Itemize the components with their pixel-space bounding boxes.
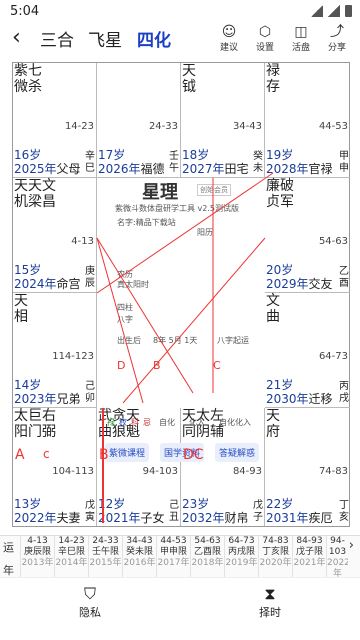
marker-b: B: [99, 447, 109, 463]
timeline-cell[interactable]: 94-103 2022年: [326, 536, 348, 578]
palace-range: 84-93: [232, 466, 262, 477]
suggest-button[interactable]: ☺ 建议: [212, 24, 246, 53]
palace-range: 44-53: [318, 121, 348, 132]
ziwei-chart: 紫七 微杀 14-23 16岁 2025年父母 辛巳 24-33 17岁 2026年福…: [12, 62, 350, 527]
app-logo: 星理: [142, 182, 178, 203]
privacy-button[interactable]: ⛉ 隐私: [60, 584, 120, 620]
palace-yin[interactable]: 太巨右 阳门弼 104-113 13岁 2022年夫妻 戊寅: [13, 408, 97, 526]
user-chat-icon: ☺: [221, 24, 237, 40]
status-bar: 5:04: [0, 0, 360, 24]
row-label-year: 年: [3, 564, 14, 577]
palace-you[interactable]: 廉破 贞军 54-63 20岁 2029年交友 乙酉: [265, 178, 350, 293]
palace-range: 104-113: [52, 466, 94, 477]
sihua-quan[interactable]: 权: [119, 418, 127, 428]
sihua-lu[interactable]: 禄: [107, 418, 115, 428]
palace-range: 114-123: [52, 351, 94, 362]
signal-icon: [328, 5, 340, 17]
hourglass-icon: ⧗: [264, 584, 276, 603]
palace-range: 14-23: [64, 121, 94, 132]
timeline-cell[interactable]: 54-63 乙酉限 2018年: [190, 536, 224, 578]
palace-wu[interactable]: 24-33 17岁 2026年福德 壬午: [97, 63, 181, 178]
toggle-zihua[interactable]: 自化: [159, 418, 175, 428]
timeline-cell[interactable]: 34-43 癸未限 2016年: [122, 536, 156, 578]
timeline-cell[interactable]: 44-53 甲申限 2017年: [156, 536, 190, 578]
tab-sanhe[interactable]: 三合: [40, 26, 74, 51]
palace-range: 54-63: [318, 236, 348, 247]
marker-dc: DC: [183, 447, 204, 463]
member-badge: 创始会员: [197, 184, 231, 196]
qa-button[interactable]: 答疑解惑: [215, 443, 260, 462]
marker-c: c: [43, 447, 50, 461]
pick-time-button[interactable]: ⧗ 择时: [240, 584, 300, 620]
header: ‹ 三合 飞星 四化 ☺ 建议 ⬡ 设置 ◫ 活盘 ⤴ 分享: [0, 24, 360, 54]
palace-shen[interactable]: 禄存 44-53 19岁 2028年官禄 甲申: [265, 63, 350, 178]
marker-b2: B: [153, 359, 161, 372]
live-chart-button[interactable]: ◫ 活盘: [284, 24, 318, 53]
toggle-huaru[interactable]: 化入: [189, 418, 205, 428]
marker-d: D: [117, 359, 126, 372]
timeline-cell[interactable]: 4-13 庚辰限 2013年: [20, 536, 54, 578]
wifi-icon: [311, 5, 323, 17]
timeline-cell[interactable]: 14-23 辛巳限 2014年: [54, 536, 88, 578]
marker-a: A: [15, 447, 25, 463]
palace-hai[interactable]: 天府 74-83 22岁 2031年疾厄 丁亥: [265, 408, 350, 526]
palace-range: 4-13: [71, 236, 94, 247]
sihua-ji[interactable]: 忌: [143, 418, 151, 428]
fortune-timeline: 运 年 4-13 庚辰限 2013年 14-23 辛巳限 2014年 24-33 壬午限 2…: [0, 535, 360, 578]
palace-range: 74-83: [318, 466, 348, 477]
palace-range: 64-73: [318, 351, 348, 362]
palace-range: 94-103: [142, 466, 178, 477]
sihua-ke[interactable]: 科: [131, 418, 139, 428]
palace-chen[interactable]: 天天文 机梁昌 4-13 15岁 2024年命宫 庚辰: [13, 178, 97, 293]
gear-icon: ⬡: [258, 24, 272, 40]
timeline-cell[interactable]: 64-73 丙戌限 2019年: [224, 536, 258, 578]
ziwei-course-button[interactable]: 紫微课程: [105, 443, 150, 462]
palace-mao[interactable]: 天相 114-123 14岁 2023年兄弟 己卯: [13, 293, 97, 408]
battery-icon: [345, 5, 352, 17]
status-time: 5:04: [10, 4, 40, 19]
palace-si[interactable]: 紫七 微杀 14-23 16岁 2025年父母 辛巳: [13, 63, 97, 178]
palace-wei[interactable]: 天钺 34-43 18岁 2027年田宅 癸未: [181, 63, 265, 178]
tab-feixing[interactable]: 飞星: [88, 26, 122, 51]
settings-button[interactable]: ⬡ 设置: [248, 24, 282, 53]
marker-c2: C: [213, 359, 221, 372]
bottom-bar: ⛉ 隐私 ⧗ 择时: [0, 577, 360, 640]
tab-sihua[interactable]: 四化: [137, 26, 171, 51]
app-subtitle: 紫微斗数体盘研学工具 v2.5测试版: [115, 204, 239, 213]
timeline-cell[interactable]: 84-93 戊子限 2021年: [292, 536, 326, 578]
palace-range: 34-43: [232, 121, 262, 132]
share-icon: ⤴: [330, 24, 344, 40]
chart-center-panel: 星理 创始会员 紫微斗数体盘研学工具 v2.5测试版 名字:精品下载站 阳历 农…: [97, 178, 265, 462]
back-arrow-icon[interactable]: ‹: [12, 25, 21, 50]
palace-range: 24-33: [148, 121, 178, 132]
palace-xu[interactable]: 文曲 64-73 21岁 2030年迁移 丙戌: [265, 293, 350, 408]
layers-icon: ◫: [294, 24, 308, 40]
toggle-zihua-huaru[interactable]: 自化化入: [219, 418, 251, 428]
share-button[interactable]: ⤴ 分享: [320, 24, 354, 53]
timeline-cell[interactable]: 74-83 丁亥限 2020年: [258, 536, 292, 578]
chevron-right-icon[interactable]: ›: [349, 538, 354, 553]
shield-check-icon: ⛉: [83, 584, 96, 603]
timeline-cell[interactable]: 24-33 壬午限 2015年: [88, 536, 122, 578]
row-label-dayun: 运: [3, 541, 14, 554]
